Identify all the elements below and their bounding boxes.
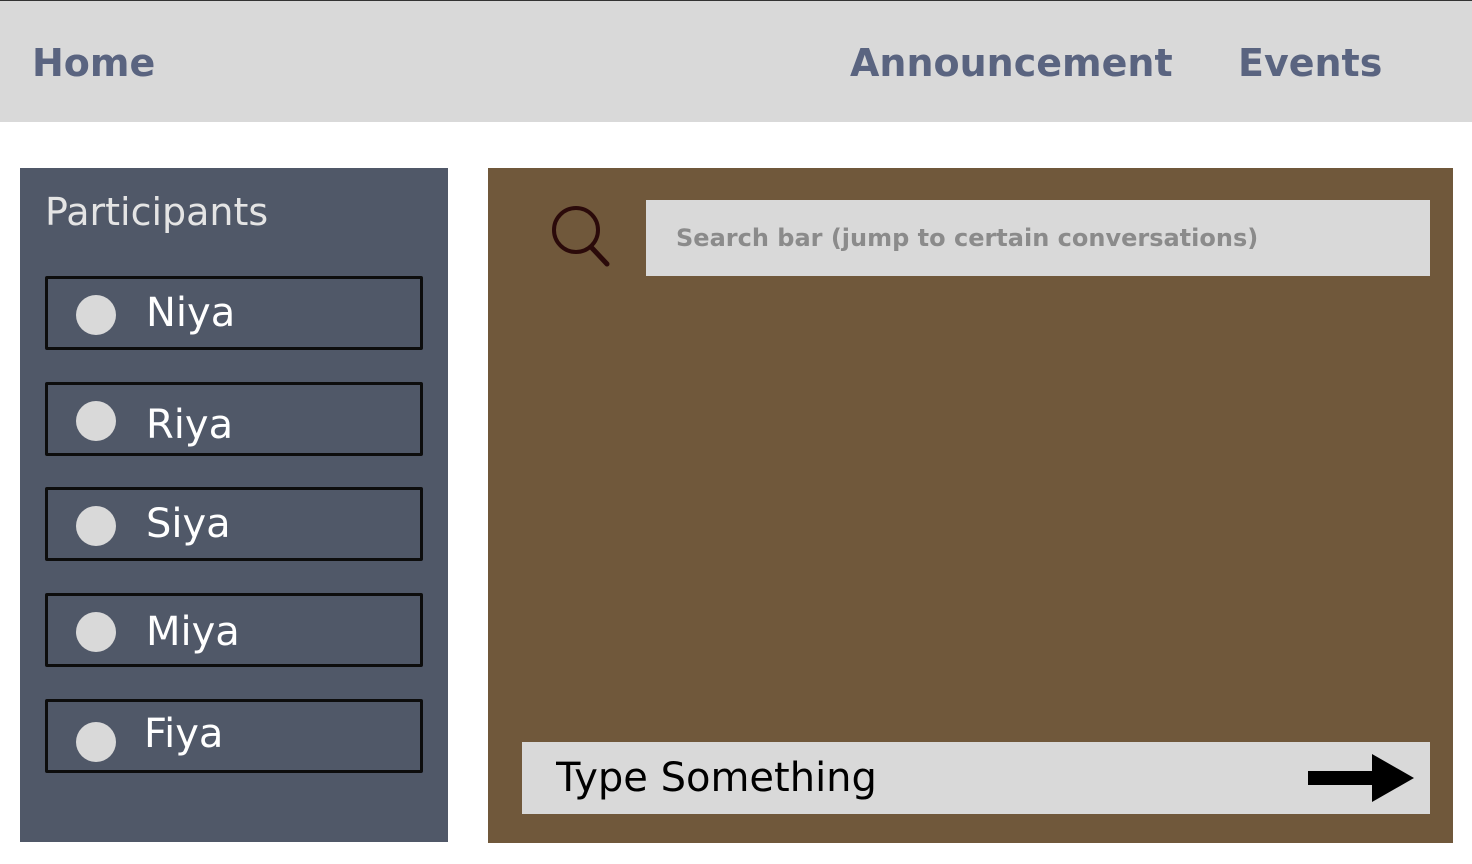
nav-events-link[interactable]: Events <box>1238 39 1382 87</box>
participant-item-niya[interactable]: Niya <box>45 276 423 350</box>
participant-name: Miya <box>146 609 240 655</box>
avatar <box>76 612 116 652</box>
avatar <box>76 722 116 762</box>
message-compose-bar <box>522 742 1430 814</box>
participant-item-siya[interactable]: Siya <box>45 487 423 561</box>
nav-announcement-link[interactable]: Announcement <box>850 39 1173 87</box>
arrow-right-icon[interactable] <box>1308 754 1414 802</box>
participant-name: Niya <box>146 290 236 336</box>
participants-sidebar: Participants Niya Riya Siya Miya Fiya <box>20 168 448 842</box>
participant-name: Siya <box>146 501 231 547</box>
participants-heading: Participants <box>45 190 269 234</box>
avatar <box>76 295 116 335</box>
nav-home-link[interactable]: Home <box>32 39 155 87</box>
participant-item-riya[interactable]: Riya <box>45 382 423 456</box>
message-input[interactable] <box>522 742 1282 814</box>
participant-item-fiya[interactable]: Fiya <box>45 699 423 773</box>
participant-name: Fiya <box>144 711 224 757</box>
participant-name: Riya <box>146 402 234 448</box>
search-icon[interactable] <box>550 204 612 270</box>
avatar <box>76 506 116 546</box>
top-nav-bar: Home Announcement Events <box>0 0 1472 122</box>
participant-item-miya[interactable]: Miya <box>45 593 423 667</box>
avatar <box>76 401 116 441</box>
search-input[interactable] <box>646 200 1430 276</box>
chat-panel <box>488 168 1453 843</box>
